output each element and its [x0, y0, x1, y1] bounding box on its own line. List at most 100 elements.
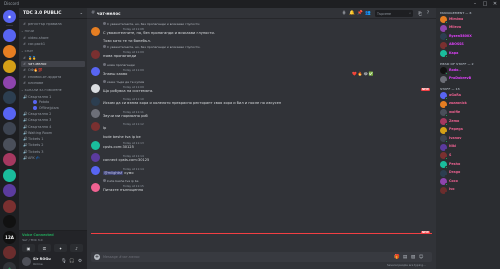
- soundboard-button[interactable]: ♪: [70, 244, 83, 252]
- channel-item[interactable]: 🔊 Свърталня 4: [21, 124, 85, 130]
- channel-item[interactable]: 🔊 Tickets 2: [21, 143, 85, 149]
- avatar[interactable]: [91, 67, 100, 76]
- member-item[interactable]: Mimiwa: [439, 16, 499, 24]
- member-item[interactable]: ABOSSS: [439, 41, 499, 50]
- channel-item[interactable]: 🔊 Свърталня 1: [21, 94, 85, 100]
- add-server-button[interactable]: +: [3, 261, 16, 269]
- microphone-icon[interactable]: 🎙: [61, 258, 67, 264]
- server-icon[interactable]: [3, 153, 16, 166]
- server-icon[interactable]: [3, 168, 16, 182]
- reply-preview[interactable]: kude beshe tva ip be: [103, 178, 138, 183]
- member-item[interactable]: Kapa: [439, 50, 499, 58]
- channel-item[interactable]: # чат-мелос: [21, 61, 85, 67]
- server-icon[interactable]: 12A: [3, 230, 16, 244]
- reply-preview[interactable]: кажи тъди да те купим: [103, 79, 144, 84]
- member-item[interactable]: zazzonick: [439, 100, 499, 109]
- channel-item[interactable]: 🔊 Свърталня 2: [21, 111, 85, 117]
- member-item[interactable]: Mileva: [439, 24, 499, 33]
- member-item[interactable]: ProDobrevB: [439, 75, 499, 84]
- avatar[interactable]: [91, 166, 100, 175]
- avatar[interactable]: [91, 49, 100, 59]
- server-icon[interactable]: [3, 246, 16, 259]
- server-icon[interactable]: [3, 184, 16, 197]
- inbox-icon[interactable]: ⎗: [417, 10, 423, 17]
- channel-item[interactable]: # video-share: [21, 35, 85, 41]
- server-icon[interactable]: [3, 106, 16, 120]
- channel-item[interactable]: 🔊 AFK 💤: [21, 155, 85, 161]
- member-item[interactable]: Rodo..: [439, 67, 499, 75]
- activity-button[interactable]: ✦: [54, 244, 67, 252]
- avatar[interactable]: [91, 121, 100, 131]
- server-icon[interactable]: [3, 60, 16, 73]
- channel-item[interactable]: # 🏅🥇: [21, 55, 85, 61]
- channel-item[interactable]: # клипове: [21, 80, 85, 86]
- server-icon[interactable]: [3, 44, 16, 58]
- member-item[interactable]: ivo: [439, 186, 499, 195]
- member-item[interactable]: oGoRa: [439, 92, 499, 100]
- screen-share-button[interactable]: ⎚: [38, 244, 51, 252]
- avatar[interactable]: [91, 183, 100, 193]
- avatar[interactable]: [91, 96, 100, 106]
- avatar[interactable]: [91, 153, 100, 163]
- reaction-emoji[interactable]: 🔥: [358, 71, 363, 76]
- gear-icon[interactable]: ⚙: [77, 258, 83, 264]
- channel-item[interactable]: # car-pack1: [21, 41, 85, 47]
- channel-item[interactable]: # регистър правила: [21, 21, 85, 27]
- reply-preview[interactable]: С уважителните, но, без пропаганди и вся…: [103, 45, 200, 49]
- member-item[interactable]: wolfie: [439, 109, 499, 117]
- channel-item[interactable]: 🔊 Tickets 3: [21, 149, 85, 155]
- pin-icon[interactable]: 📌: [357, 10, 363, 17]
- voice-participant[interactable]: Offline|pizza: [33, 105, 59, 110]
- sticker-icon[interactable]: ▧: [410, 254, 416, 260]
- avatar[interactable]: [22, 257, 31, 266]
- minimize-icon[interactable]: –: [470, 0, 480, 8]
- reply-preview[interactable]: няма пропаганди: [103, 62, 135, 67]
- avatar[interactable]: [91, 84, 100, 94]
- channel-item[interactable]: # снимки-от-ярдата: [21, 74, 85, 80]
- plus-icon[interactable]: +: [94, 254, 100, 260]
- member-item[interactable]: Pepega: [439, 126, 499, 135]
- emoji-icon[interactable]: ☺: [418, 254, 424, 260]
- avatar[interactable]: [91, 109, 100, 119]
- gif-icon[interactable]: ▤: [402, 254, 408, 260]
- members-icon[interactable]: 👥: [365, 10, 371, 17]
- server-icon[interactable]: [3, 137, 16, 151]
- channel-item[interactable]: 🔊 Свърталня 3: [21, 118, 85, 124]
- gift-icon[interactable]: 🎁: [394, 254, 400, 260]
- member-item[interactable]: Drago: [439, 169, 499, 178]
- channel-category[interactable]: ⌄ КАНАЛИ ЗА ГОВОРЕНЕ: [21, 88, 62, 92]
- member-item[interactable]: Niki: [439, 143, 499, 152]
- member-item[interactable]: S: [439, 152, 499, 160]
- headphones-icon[interactable]: 🎧: [69, 258, 75, 264]
- user-mention[interactable]: @mlightsf: [103, 170, 124, 175]
- reply-preview[interactable]: С уважителните, но, без пропаганди и вся…: [103, 22, 199, 26]
- channel-item[interactable]: # ОФ🔥💯: [21, 68, 85, 74]
- channel-item[interactable]: 🔊 Waiting Room: [21, 130, 85, 136]
- channel-category[interactable]: ⌄ ПОЧИ: [21, 29, 34, 33]
- search-input[interactable]: Търсене ⌕: [375, 10, 413, 17]
- video-button[interactable]: ▣: [22, 244, 35, 252]
- reaction-emoji[interactable]: ✅: [369, 71, 374, 76]
- server-header[interactable]: TDC 3.0 PUBLIC ⌄: [19, 8, 87, 19]
- threads-icon[interactable]: ⋕: [341, 10, 347, 17]
- message-composer[interactable]: + Message #чат-мелос 🎁 ▤ ▧ ☺: [91, 252, 432, 262]
- member-item[interactable]: Pesho: [439, 161, 499, 169]
- channel-category[interactable]: ⌄ CHAT: [21, 49, 33, 53]
- member-item[interactable]: Zemo: [439, 118, 499, 126]
- voice-participant[interactable]: Potato: [33, 100, 49, 105]
- server-icon[interactable]: [3, 215, 16, 228]
- member-item[interactable]: Ryzen5800X: [439, 33, 499, 41]
- avatar[interactable]: [91, 140, 100, 150]
- close-icon[interactable]: ✕: [490, 0, 500, 8]
- member-item[interactable]: Coco: [439, 178, 499, 186]
- channel-item[interactable]: 🔊 Tickets 1: [21, 136, 85, 142]
- server-icon[interactable]: [3, 91, 16, 104]
- reaction-emoji[interactable]: ❤️: [352, 71, 357, 76]
- server-icon[interactable]: [3, 122, 16, 135]
- reaction-emoji[interactable]: 😂: [363, 71, 367, 76]
- server-icon[interactable]: [3, 29, 16, 42]
- server-icon[interactable]: [3, 75, 16, 89]
- member-item[interactable]: Ivanov: [439, 135, 499, 143]
- server-icon[interactable]: [3, 199, 16, 213]
- chevron-down-icon[interactable]: ⌄: [80, 10, 83, 15]
